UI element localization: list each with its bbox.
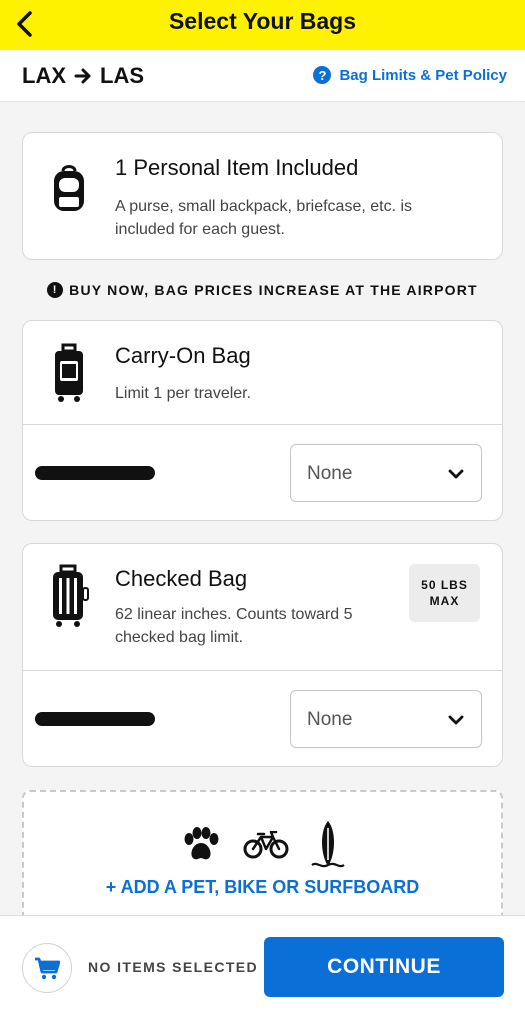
price-notice: ! BUY NOW, BAG PRICES INCREASE AT THE AI… bbox=[0, 282, 525, 298]
personal-item-card: 1 Personal Item Included A purse, small … bbox=[22, 132, 503, 260]
question-circle-icon: ? bbox=[313, 66, 332, 84]
chevron-down-icon bbox=[448, 715, 464, 725]
checked-suitcase-icon bbox=[53, 564, 89, 627]
bag-limits-label: Bag Limits & Pet Policy bbox=[339, 66, 507, 84]
page-title: Select Your Bags bbox=[168, 8, 357, 34]
cart-icon bbox=[35, 957, 60, 980]
paw-icon bbox=[184, 827, 218, 860]
add-pet-bike-surfboard-box[interactable]: + ADD A PET, BIKE OR SURFBOARD bbox=[22, 790, 503, 930]
route: LAX LAS bbox=[22, 63, 144, 89]
add-pet-bike-surfboard-link[interactable]: + ADD A PET, BIKE OR SURFBOARD bbox=[24, 877, 501, 898]
checked-bag-card: Checked Bag 62 linear inches. Counts tow… bbox=[22, 543, 503, 767]
checked-bag-select-value: None bbox=[307, 709, 353, 730]
carry-on-select-value: None bbox=[307, 463, 353, 484]
chevron-down-icon bbox=[448, 469, 464, 479]
carry-on-description: Limit 1 per traveler. bbox=[115, 385, 252, 402]
personal-item-description: A purse, small backpack, briefcase, etc.… bbox=[115, 198, 413, 238]
addon-icons bbox=[24, 820, 501, 870]
price-notice-text: BUY NOW, BAG PRICES INCREASE AT THE AIRP… bbox=[69, 282, 478, 298]
backpack-icon bbox=[54, 165, 84, 211]
checked-bag-title: Checked Bag bbox=[115, 566, 248, 591]
arrow-right-icon bbox=[74, 68, 91, 84]
bag-limits-link[interactable]: ? Bag Limits & Pet Policy bbox=[313, 66, 507, 84]
redacted-traveler-name bbox=[35, 712, 155, 726]
selected-items-status: NO ITEMS SELECTED bbox=[88, 959, 259, 975]
continue-button[interactable]: CONTINUE bbox=[264, 937, 504, 997]
carry-on-card: Carry-On Bag Limit 1 per traveler. None bbox=[22, 320, 503, 521]
exclamation-circle-icon: ! bbox=[47, 282, 64, 298]
carry-on-title: Carry-On Bag bbox=[115, 343, 251, 368]
weight-limit-badge: 50 LBS MAX bbox=[409, 564, 480, 622]
footer-bar: NO ITEMS SELECTED CONTINUE bbox=[0, 915, 525, 1024]
route-bar: LAX LAS ? Bag Limits & Pet Policy bbox=[0, 50, 525, 102]
cart-button[interactable] bbox=[22, 943, 72, 993]
surfboard-icon bbox=[310, 821, 345, 868]
carry-on-suitcase-icon bbox=[55, 343, 83, 402]
bicycle-icon bbox=[243, 831, 288, 859]
divider bbox=[23, 670, 502, 671]
top-bar: Select Your Bags bbox=[0, 0, 525, 50]
carry-on-quantity-select[interactable]: None bbox=[290, 444, 482, 502]
divider bbox=[23, 424, 502, 425]
redacted-traveler-name bbox=[35, 466, 155, 480]
route-origin: LAX bbox=[22, 63, 66, 88]
checked-bag-description: 62 linear inches. Counts toward 5 checke… bbox=[115, 606, 353, 646]
route-destination: LAS bbox=[100, 63, 144, 88]
checked-bag-quantity-select[interactable]: None bbox=[290, 690, 482, 748]
weight-limit-value: 50 LBS bbox=[421, 578, 468, 592]
weight-limit-max: MAX bbox=[429, 594, 460, 608]
personal-item-title: 1 Personal Item Included bbox=[115, 155, 359, 180]
